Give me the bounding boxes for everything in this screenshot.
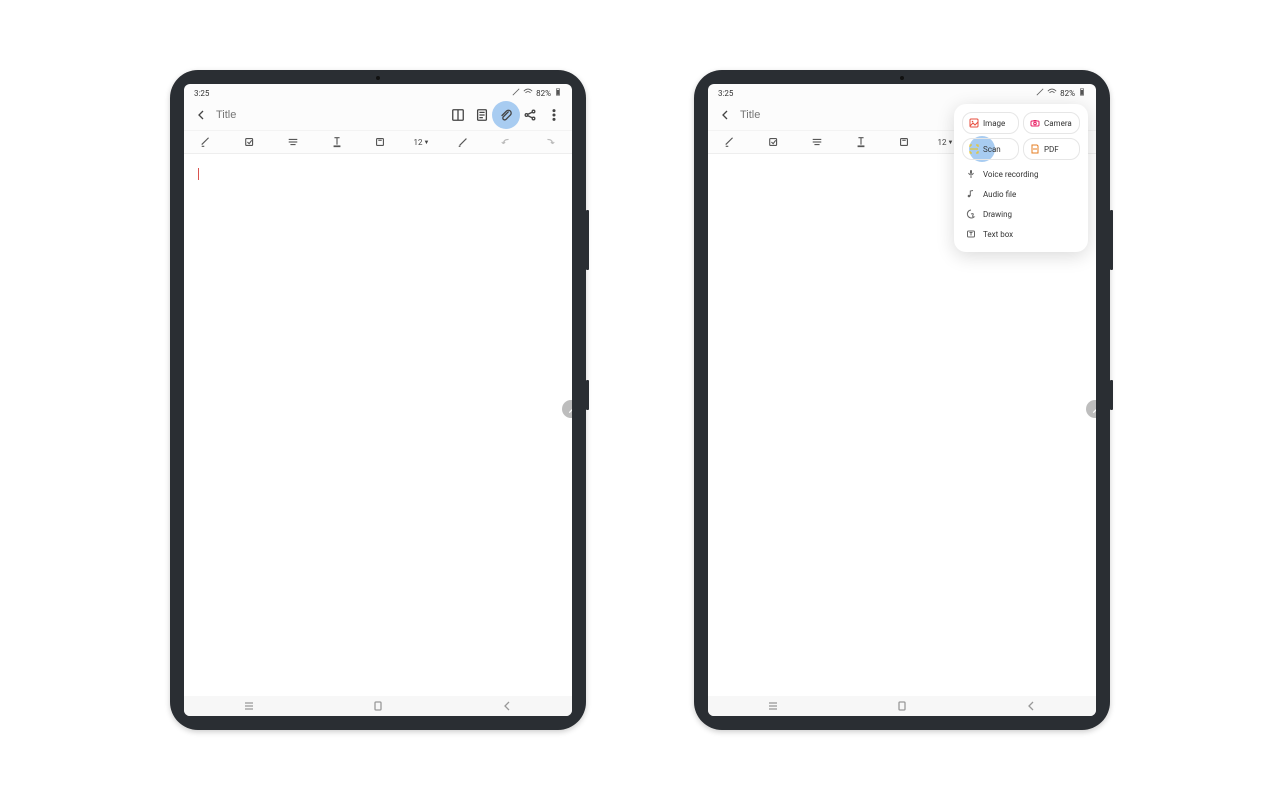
font-size-value: 12 — [414, 138, 423, 147]
font-size-selector[interactable]: 12▼ — [414, 138, 430, 147]
wifi-icon — [1047, 88, 1057, 98]
text-style-button[interactable] — [807, 132, 827, 152]
text-color-button[interactable] — [851, 132, 871, 152]
attach-textbox-option[interactable]: Text box — [962, 224, 1080, 244]
share-button[interactable] — [519, 104, 541, 126]
attach-scan-label: Scan — [983, 145, 1001, 154]
checklist-button[interactable] — [764, 132, 784, 152]
attach-textbox-label: Text box — [983, 230, 1013, 239]
attach-scan-option[interactable]: Scan — [962, 138, 1019, 160]
nav-bar — [708, 696, 1096, 716]
attach-drawing-label: Drawing — [983, 210, 1012, 219]
palette-icon — [966, 209, 976, 219]
status-time: 3:25 — [718, 89, 733, 98]
status-right: 82% — [512, 88, 562, 98]
handwriting-button[interactable] — [720, 132, 740, 152]
recents-button[interactable] — [229, 699, 269, 713]
front-camera — [376, 76, 380, 80]
scan-icon — [969, 144, 979, 154]
wifi-icon — [523, 88, 533, 98]
battery-text: 82% — [1060, 89, 1075, 98]
attach-audio-option[interactable]: Audio file — [962, 184, 1080, 204]
undo-button[interactable] — [496, 132, 516, 152]
text-style-button[interactable] — [283, 132, 303, 152]
camera-icon — [1030, 118, 1040, 128]
status-bar: 3:25 82% — [184, 84, 572, 100]
home-button[interactable] — [358, 699, 398, 713]
volume-button — [586, 210, 589, 270]
volume-button — [1110, 210, 1113, 270]
status-time: 3:25 — [194, 89, 209, 98]
handwriting-button[interactable] — [196, 132, 216, 152]
attach-pdf-label: PDF — [1044, 145, 1059, 154]
attach-camera-label: Camera — [1044, 119, 1072, 128]
battery-icon — [1078, 88, 1086, 98]
redo-button[interactable] — [540, 132, 560, 152]
screen: 3:25 82% — [184, 84, 572, 716]
pen-button[interactable] — [453, 132, 473, 152]
mic-icon — [966, 169, 976, 179]
chevron-down-icon: ▼ — [948, 139, 954, 146]
power-button — [586, 380, 589, 410]
format-toolbar: 12▼ — [184, 130, 572, 154]
attach-camera-option[interactable]: Camera — [1023, 112, 1080, 134]
font-size-value: 12 — [938, 138, 947, 147]
title-input[interactable] — [216, 109, 296, 121]
attach-voice-option[interactable]: Voice recording — [962, 164, 1080, 184]
pdf-icon — [1030, 144, 1040, 154]
more-options-button[interactable] — [543, 104, 565, 126]
nav-back-button[interactable] — [487, 699, 527, 713]
note-canvas[interactable] — [184, 154, 572, 696]
page-template-button[interactable] — [471, 104, 493, 126]
stylus-icon — [1036, 88, 1044, 98]
align-button[interactable] — [370, 132, 390, 152]
battery-icon — [554, 88, 562, 98]
attach-menu: Image Camera Scan PDF — [954, 104, 1088, 252]
status-bar: 3:25 82% — [708, 84, 1096, 100]
screen: 3:25 82% — [708, 84, 1096, 716]
tablet-left: 3:25 82% — [170, 70, 586, 730]
attach-voice-label: Voice recording — [983, 170, 1038, 179]
textbox-icon — [966, 229, 976, 239]
battery-text: 82% — [536, 89, 551, 98]
nav-bar — [184, 696, 572, 716]
music-note-icon — [966, 189, 976, 199]
app-header — [184, 100, 572, 130]
back-button[interactable] — [190, 104, 212, 126]
attach-button[interactable] — [495, 104, 517, 126]
attach-pdf-option[interactable]: PDF — [1023, 138, 1080, 160]
align-button[interactable] — [894, 132, 914, 152]
image-icon — [969, 118, 979, 128]
attach-image-label: Image — [983, 119, 1005, 128]
stylus-icon — [512, 88, 520, 98]
reading-mode-button[interactable] — [447, 104, 469, 126]
checklist-button[interactable] — [240, 132, 260, 152]
home-button[interactable] — [882, 699, 922, 713]
title-input[interactable] — [740, 109, 820, 121]
attach-drawing-option[interactable]: Drawing — [962, 204, 1080, 224]
attach-audio-label: Audio file — [983, 190, 1016, 199]
chevron-down-icon: ▼ — [424, 139, 430, 146]
status-right: 82% — [1036, 88, 1086, 98]
font-size-selector[interactable]: 12▼ — [938, 138, 954, 147]
back-button[interactable] — [714, 104, 736, 126]
front-camera — [900, 76, 904, 80]
nav-back-button[interactable] — [1011, 699, 1051, 713]
attach-image-option[interactable]: Image — [962, 112, 1019, 134]
power-button — [1110, 380, 1113, 410]
tablet-right: 3:25 82% — [694, 70, 1110, 730]
text-cursor — [198, 168, 199, 180]
text-color-button[interactable] — [327, 132, 347, 152]
recents-button[interactable] — [753, 699, 793, 713]
